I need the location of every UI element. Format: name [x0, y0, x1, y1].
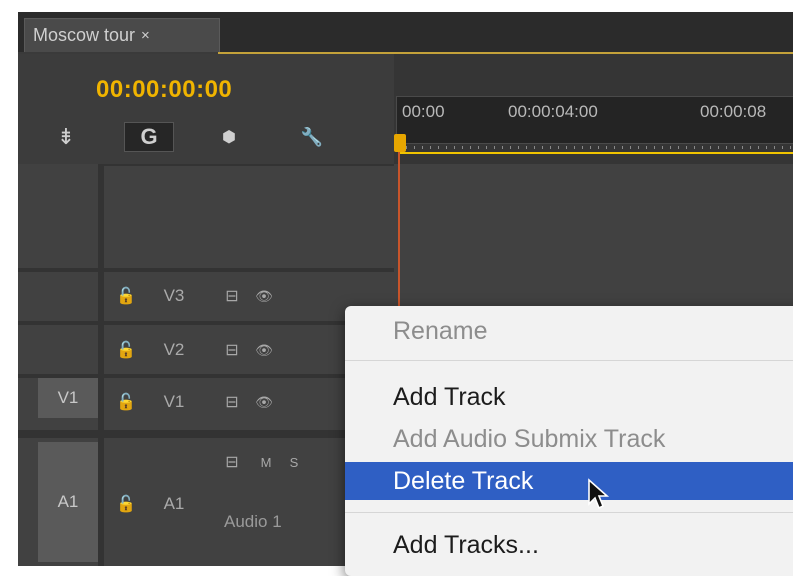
lock-icon[interactable]: 🔓 [114, 492, 138, 516]
playhead-timecode[interactable]: 00:00:00:00 [96, 76, 232, 104]
row-divider [18, 268, 394, 272]
sequence-tab-label: Moscow tour [33, 25, 136, 45]
close-tab-icon[interactable]: × [141, 27, 150, 44]
source-patch-v1[interactable]: V1 [38, 378, 98, 418]
mouse-pointer-icon [588, 478, 610, 510]
column-divider [98, 164, 104, 566]
track-label-v1[interactable]: V1 [154, 388, 194, 416]
eye-icon[interactable]: 👁 [250, 284, 278, 308]
add-marker-icon[interactable]: ⬢ [214, 122, 244, 152]
mute-button[interactable]: M [254, 450, 278, 474]
sync-lock-icon[interactable]: ⊟ [218, 450, 246, 474]
audio-track-name: Audio 1 [224, 512, 282, 531]
menu-item-rename: Rename [393, 316, 488, 345]
row-divider [18, 321, 394, 325]
sync-lock-icon[interactable]: ⊟ [218, 284, 246, 308]
track-label-v2[interactable]: V2 [154, 336, 194, 364]
track-label-a1[interactable]: A1 [154, 490, 194, 518]
row-divider [104, 164, 394, 166]
ruler-tick-label: 00:00 [402, 102, 445, 121]
track-context-menu: Rename Add Track Add Audio Submix Track … [345, 306, 793, 576]
sync-lock-icon[interactable]: ⊟ [218, 390, 246, 414]
tab-bar: Moscow tour × [18, 12, 793, 52]
eye-icon[interactable]: 👁 [250, 390, 278, 414]
sync-lock-icon[interactable]: ⊟ [218, 338, 246, 362]
lock-icon[interactable]: 🔓 [114, 338, 138, 362]
insert-sequence-icon[interactable]: ⇟ [46, 122, 86, 152]
settings-wrench-icon[interactable]: 🔧 [294, 122, 330, 152]
menu-item-delete-track[interactable]: Delete Track [345, 462, 793, 500]
menu-separator [345, 360, 793, 361]
source-patch-a1[interactable]: A1 [38, 442, 98, 562]
menu-item-add-tracks[interactable]: Add Tracks... [345, 528, 793, 562]
eye-icon[interactable]: 👁 [250, 338, 278, 362]
ruler-tick-label: 00:00:08 [700, 102, 767, 121]
menu-separator [345, 512, 793, 513]
menu-item-add-audio-submix-track: Add Audio Submix Track [393, 424, 666, 453]
ruler-tick-label: 00:00:04:00 [508, 102, 598, 121]
lock-icon[interactable]: 🔓 [114, 390, 138, 414]
ruler-ticks [398, 142, 793, 154]
menu-item-add-track[interactable]: Add Track [345, 380, 793, 414]
snap-icon[interactable]: G [124, 122, 174, 152]
solo-button[interactable]: S [282, 450, 306, 474]
track-label-v3[interactable]: V3 [154, 282, 194, 310]
lock-icon[interactable]: 🔓 [114, 284, 138, 308]
sequence-tab[interactable]: Moscow tour × [24, 18, 220, 52]
playhead-handle[interactable] [394, 134, 406, 152]
